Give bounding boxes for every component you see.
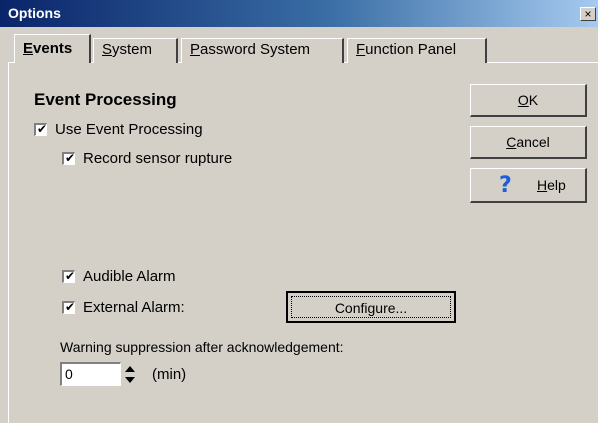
help-mnemonic: H xyxy=(537,177,548,193)
tab-function-panel-mnemonic: F xyxy=(356,41,366,58)
configure-label: Configure... xyxy=(291,296,451,318)
external-alarm-row[interactable]: ✔ External Alarm: xyxy=(62,299,185,316)
question-mark-icon: ? xyxy=(499,173,512,198)
record-sensor-rupture-row[interactable]: ✔ Record sensor rupture xyxy=(62,150,232,167)
use-event-processing-row[interactable]: ✔ Use Event Processing xyxy=(34,121,203,138)
close-button[interactable]: × xyxy=(580,7,596,21)
tab-password-system-label: assword System xyxy=(200,41,311,58)
warning-suppression-input[interactable]: 0 xyxy=(60,362,121,386)
tab-system-mnemonic: S xyxy=(102,41,113,58)
warning-suppression-spinner[interactable] xyxy=(121,362,139,388)
tab-system-label: ystem xyxy=(112,41,153,58)
checkmark-icon: ✔ xyxy=(65,151,76,165)
external-alarm-checkbox[interactable]: ✔ xyxy=(62,300,76,314)
help-label: elp xyxy=(547,177,566,193)
tab-events[interactable]: Events xyxy=(14,34,91,63)
title-bar: Options × xyxy=(0,0,598,27)
tab-password-system[interactable]: Password System xyxy=(181,38,344,63)
ok-button[interactable]: OK xyxy=(470,84,587,117)
checkmark-icon: ✔ xyxy=(65,269,76,283)
configure-button[interactable]: Configure... xyxy=(286,291,456,323)
tab-events-mnemonic: E xyxy=(23,40,34,57)
tab-events-label: vents xyxy=(33,40,73,57)
checkmark-icon: ✔ xyxy=(65,300,76,314)
cancel-mnemonic: C xyxy=(506,134,517,150)
tab-function-panel-label: unction Panel xyxy=(365,41,457,58)
use-event-processing-label: Use Event Processing xyxy=(55,121,203,138)
tab-password-system-mnemonic: P xyxy=(190,41,201,58)
tab-function-panel[interactable]: Function Panel xyxy=(347,38,487,63)
external-alarm-label: External Alarm: xyxy=(83,299,185,316)
audible-alarm-label: Audible Alarm xyxy=(83,268,176,285)
checkmark-icon: ✔ xyxy=(37,122,48,136)
record-sensor-rupture-label: Record sensor rupture xyxy=(83,150,233,167)
record-sensor-rupture-checkbox[interactable]: ✔ xyxy=(62,151,76,165)
close-icon: × xyxy=(584,7,592,21)
unit-label: (min) xyxy=(152,366,187,383)
help-button[interactable]: ? Help xyxy=(470,168,587,203)
ok-mnemonic: O xyxy=(517,92,529,108)
warning-suppression-label: Warning suppression after acknowledgemen… xyxy=(60,339,344,355)
audible-alarm-row[interactable]: ✔ Audible Alarm xyxy=(62,268,176,285)
use-event-processing-checkbox[interactable]: ✔ xyxy=(34,122,48,136)
cancel-label: ancel xyxy=(516,134,550,150)
ok-label: K xyxy=(528,92,539,108)
tab-system[interactable]: System xyxy=(93,38,178,63)
window-title: Options xyxy=(8,5,61,21)
spin-up-icon[interactable] xyxy=(121,362,139,375)
section-title: Event Processing xyxy=(34,90,177,109)
cancel-button[interactable]: Cancel xyxy=(470,126,587,159)
audible-alarm-checkbox[interactable]: ✔ xyxy=(62,269,76,283)
spin-down-icon[interactable] xyxy=(121,375,139,388)
